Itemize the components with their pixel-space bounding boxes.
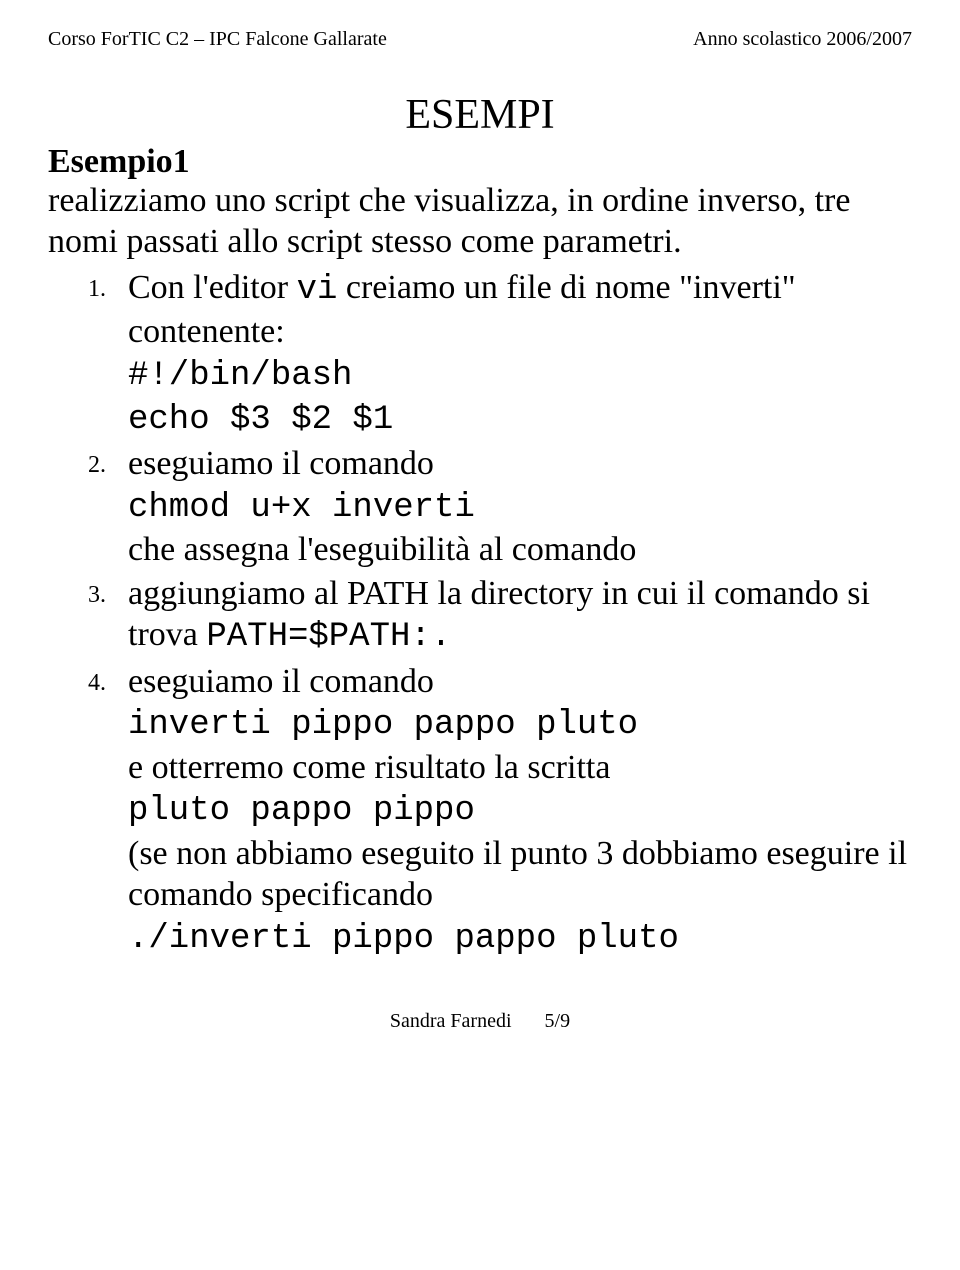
- item-text: eseguiamo il comando: [128, 445, 434, 482]
- code-inline: PATH=$PATH:.: [206, 618, 451, 656]
- code-line: ./inverti pippo pappo pluto: [128, 920, 679, 958]
- document-title: ESEMPI: [48, 91, 912, 139]
- item-text: Con l'editor: [128, 269, 297, 306]
- header-left: Corso ForTIC C2 – IPC Falcone Gallarate: [48, 28, 387, 51]
- item-number: 3.: [88, 581, 106, 610]
- code-line: chmod u+x inverti: [128, 489, 475, 527]
- code-line: inverti pippo pappo pluto: [128, 706, 638, 744]
- steps-list: 1. Con l'editor vi creiamo un file di no…: [88, 267, 912, 961]
- list-item: 2. eseguiamo il comando chmod u+x invert…: [88, 443, 912, 570]
- list-item: 3. aggiungiamo al PATH la directory in c…: [88, 573, 912, 659]
- header-right: Anno scolastico 2006/2007: [693, 28, 912, 51]
- item-text: e otterremo come risultato la scritta: [128, 749, 610, 786]
- item-text: eseguiamo il comando: [128, 663, 434, 700]
- page-footer: Sandra Farnedi 5/9: [48, 1010, 912, 1033]
- item-number: 4.: [88, 669, 106, 698]
- item-text: che assegna l'eseguibilità al comando: [128, 531, 636, 568]
- item-number: 1.: [88, 275, 106, 304]
- code-line: echo $3 $2 $1: [128, 401, 393, 439]
- page-header: Corso ForTIC C2 – IPC Falcone Gallarate …: [48, 28, 912, 51]
- footer-page-number: 5/9: [545, 1010, 571, 1033]
- intro-paragraph: realizziamo uno script che visualizza, i…: [48, 181, 912, 263]
- list-item: 1. Con l'editor vi creiamo un file di no…: [88, 267, 912, 442]
- item-text: (se non abbiamo eseguito il punto 3 dobb…: [128, 835, 907, 913]
- page: Corso ForTIC C2 – IPC Falcone Gallarate …: [0, 0, 960, 1053]
- footer-author: Sandra Farnedi: [390, 1010, 512, 1032]
- code-line: #!/bin/bash: [128, 357, 352, 395]
- item-number: 2.: [88, 451, 106, 480]
- list-item: 4. eseguiamo il comando inverti pippo pa…: [88, 661, 912, 960]
- code-line: pluto pappo pippo: [128, 792, 475, 830]
- code-inline: vi: [297, 271, 338, 309]
- example-heading: Esempio1: [48, 143, 912, 181]
